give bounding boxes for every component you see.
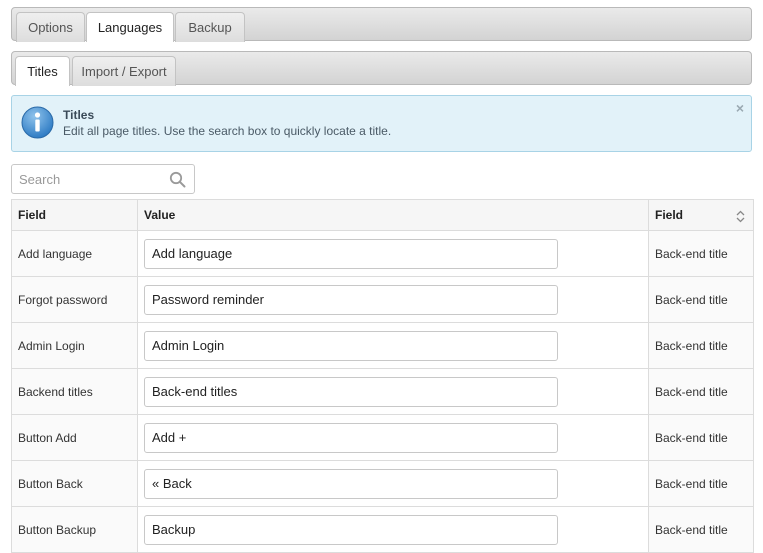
table-row: Admin Login Back-end title <box>11 322 754 369</box>
notice-message: Edit all page titles. Use the search box… <box>63 124 392 138</box>
title-value-input[interactable] <box>144 376 558 407</box>
column-header-type[interactable]: Field <box>648 199 754 231</box>
table-row: Button Add Back-end title <box>11 414 754 461</box>
row-type-label: Back-end title <box>648 414 754 461</box>
tab-import-export[interactable]: Import / Export <box>72 56 176 86</box>
title-value-input[interactable] <box>144 284 558 315</box>
column-header-value[interactable]: Value <box>137 199 649 231</box>
column-header-field[interactable]: Field <box>11 199 138 231</box>
tab-options[interactable]: Options <box>16 12 85 42</box>
close-icon[interactable]: × <box>736 100 744 116</box>
title-value-input[interactable] <box>144 330 558 361</box>
row-field-label: Button Add <box>11 414 138 461</box>
tab-languages[interactable]: Languages <box>86 12 174 42</box>
title-value-input[interactable] <box>144 422 558 453</box>
titles-table: Field Value Field Add language Back-end … <box>11 199 754 553</box>
tab-backup[interactable]: Backup <box>175 12 245 42</box>
row-type-label: Back-end title <box>648 460 754 507</box>
sort-icon[interactable] <box>736 210 745 223</box>
info-notice: Titles Edit all page titles. Use the sea… <box>11 95 752 152</box>
table-row: Button Backup Back-end title <box>11 506 754 553</box>
table-row: Forgot password Back-end title <box>11 276 754 323</box>
row-type-label: Back-end title <box>648 322 754 369</box>
notice-title: Titles <box>63 108 95 122</box>
row-field-label: Button Back <box>11 460 138 507</box>
tab-titles[interactable]: Titles <box>15 56 70 86</box>
row-type-label: Back-end title <box>648 368 754 415</box>
title-value-input[interactable] <box>144 238 558 269</box>
title-value-input[interactable] <box>144 468 558 499</box>
row-type-label: Back-end title <box>648 276 754 323</box>
table-row: Backend titles Back-end title <box>11 368 754 415</box>
row-field-label: Admin Login <box>11 322 138 369</box>
sub-tab-bar: Titles Import / Export <box>11 51 752 86</box>
row-field-label: Add language <box>11 230 138 277</box>
row-field-label: Forgot password <box>11 276 138 323</box>
search-input[interactable] <box>12 165 162 193</box>
row-type-label: Back-end title <box>648 506 754 553</box>
row-type-label: Back-end title <box>648 230 754 277</box>
column-header-type-label: Field <box>655 208 684 222</box>
title-value-input[interactable] <box>144 514 558 545</box>
row-field-label: Backend titles <box>11 368 138 415</box>
table-row: Add language Back-end title <box>11 230 754 277</box>
table-row: Button Back Back-end title <box>11 460 754 507</box>
search-box <box>11 164 195 194</box>
search-icon[interactable] <box>169 171 186 188</box>
main-tab-bar: Options Languages Backup <box>11 7 752 42</box>
row-field-label: Button Backup <box>11 506 138 553</box>
table-header-row: Field Value Field <box>11 199 754 231</box>
info-icon <box>21 106 54 139</box>
